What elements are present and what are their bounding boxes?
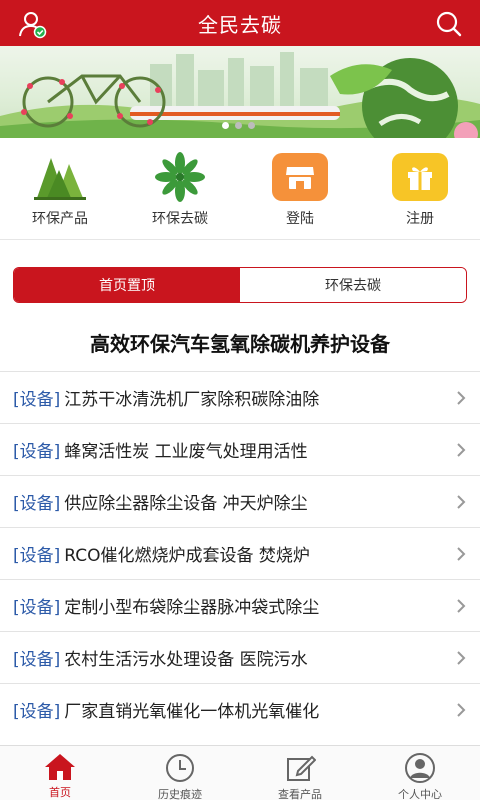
chevron-right-icon (457, 599, 466, 613)
quick-entry-label: 环保产品 (32, 211, 88, 227)
store-icon (271, 152, 329, 202)
list-item-title: 供应除尘器除尘设备 冲天炉除尘 (64, 494, 308, 514)
quick-entry-eco-products[interactable]: 环保产品 (0, 142, 120, 239)
category-tag: [设备] (13, 390, 61, 410)
leaf-burst-icon (151, 152, 209, 202)
category-tag: [设备] (13, 494, 61, 514)
list-item[interactable]: [设备] 定制小型布袋除尘器脉冲袋式除尘 (0, 579, 480, 631)
user-verified-icon[interactable] (18, 9, 48, 39)
chevron-right-icon (457, 495, 466, 509)
chevron-right-icon (457, 443, 466, 457)
carousel-dot[interactable] (248, 122, 255, 129)
article-list: [设备] 江苏干冰清洗机厂家除积碳除油除 [设备] 蜂窝活性炭 工业废气处理用活… (0, 371, 480, 735)
page-title: 全民去碳 (198, 12, 282, 37)
category-tabs: 首页置顶 环保去碳 (13, 267, 467, 303)
clock-icon (163, 752, 197, 784)
list-item[interactable]: [设备] 厂家直销光氧催化一体机光氧催化 (0, 683, 480, 735)
nav-profile[interactable]: 个人中心 (360, 746, 480, 800)
nav-label: 首页 (49, 786, 71, 799)
tab-homepage-pinned[interactable]: 首页置顶 (14, 268, 240, 302)
home-icon (43, 752, 77, 782)
quick-entry-eco-carbon[interactable]: 环保去碳 (120, 142, 240, 239)
featured-headline[interactable]: 高效环保汽车氢氧除碳机养护设备 (0, 328, 480, 357)
quick-entry-login[interactable]: 登陆 (240, 142, 360, 239)
trees-icon (31, 152, 89, 202)
list-item[interactable]: [设备] 蜂窝活性炭 工业废气处理用活性 (0, 423, 480, 475)
app-header: 全民去碳 (0, 0, 480, 46)
chevron-right-icon (457, 651, 466, 665)
nav-products[interactable]: 查看产品 (240, 746, 360, 800)
carousel-dot-active[interactable] (222, 122, 229, 129)
carousel-dot[interactable] (235, 122, 242, 129)
category-tag: [设备] (13, 442, 61, 462)
list-item[interactable]: [设备] 供应除尘器除尘设备 冲天炉除尘 (0, 475, 480, 527)
nav-history[interactable]: 历史痕迹 (120, 746, 240, 800)
list-item-title: 定制小型布袋除尘器脉冲袋式除尘 (64, 598, 320, 618)
chevron-right-icon (457, 391, 466, 405)
quick-entry-label: 环保去碳 (152, 211, 208, 227)
search-icon[interactable] (434, 9, 464, 39)
chevron-right-icon (457, 703, 466, 717)
category-tag: [设备] (13, 650, 61, 670)
carousel-dots[interactable] (222, 122, 255, 129)
nav-label: 查看产品 (278, 788, 322, 800)
list-item-title: 厂家直销光氧催化一体机光氧催化 (64, 702, 320, 722)
list-item[interactable]: [设备] 农村生活污水处理设备 医院污水 (0, 631, 480, 683)
quick-entry-grid: 环保产品 环保去碳 登陆 注册 (0, 142, 480, 240)
gift-icon (391, 152, 449, 202)
quick-entry-label: 注册 (406, 211, 434, 227)
quick-entry-register[interactable]: 注册 (360, 142, 480, 239)
list-item-title: 农村生活污水处理设备 医院污水 (64, 650, 308, 670)
list-item-title: RCO催化燃烧炉成套设备 焚烧炉 (64, 546, 310, 566)
person-icon (403, 752, 437, 784)
chevron-right-icon (457, 547, 466, 561)
nav-home[interactable]: 首页 (0, 746, 120, 800)
list-item-title: 江苏干冰清洗机厂家除积碳除油除 (64, 390, 320, 410)
tab-eco-carbon[interactable]: 环保去碳 (240, 268, 466, 302)
list-item[interactable]: [设备] 江苏干冰清洗机厂家除积碳除油除 (0, 371, 480, 423)
category-tag: [设备] (13, 546, 61, 566)
nav-label: 个人中心 (398, 788, 442, 800)
nav-label: 历史痕迹 (158, 788, 202, 800)
list-item-title: 蜂窝活性炭 工业废气处理用活性 (64, 442, 308, 462)
list-item[interactable]: [设备] RCO催化燃烧炉成套设备 焚烧炉 (0, 527, 480, 579)
edit-icon (283, 752, 317, 784)
bottom-navigation: 首页 历史痕迹 查看产品 个人中心 (0, 745, 480, 800)
quick-entry-label: 登陆 (286, 211, 314, 227)
category-tag: [设备] (13, 598, 61, 618)
promo-banner[interactable] (0, 46, 480, 138)
category-tag: [设备] (13, 702, 61, 722)
